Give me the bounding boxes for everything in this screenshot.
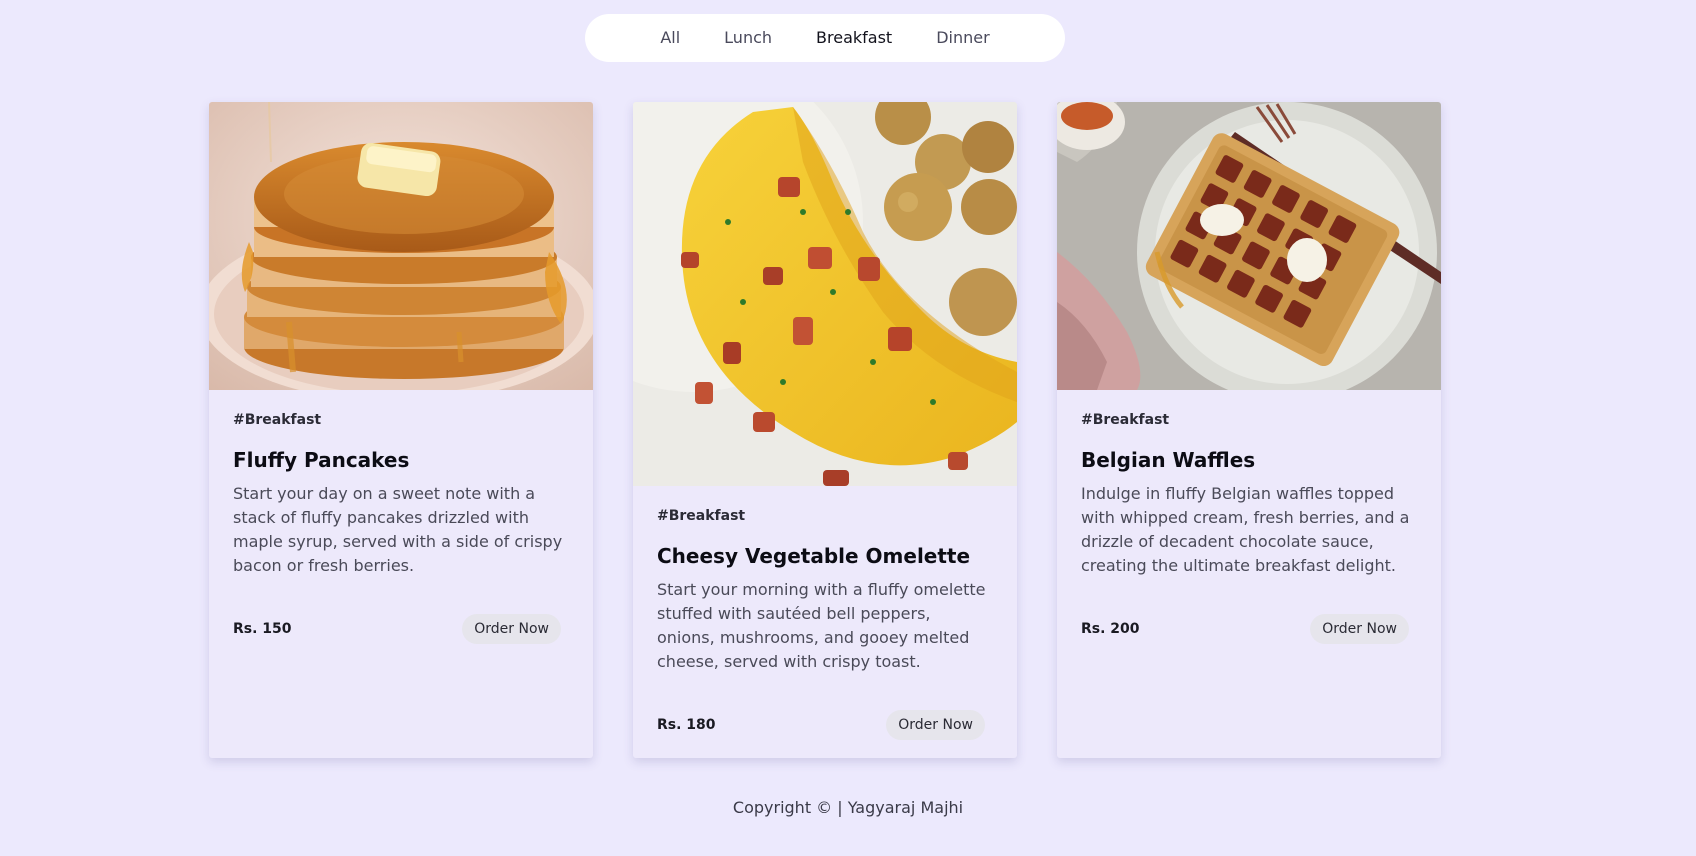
order-now-button[interactable]: Order Now bbox=[462, 614, 561, 644]
dish-title: Fluffy Pancakes bbox=[233, 448, 410, 472]
copyright-footer: Copyright © | Yagyaraj Majhi bbox=[732, 798, 964, 817]
card-footer: Rs. 180 Order Now bbox=[657, 710, 993, 740]
omelette-image bbox=[633, 102, 1017, 486]
category-filter-nav: All Lunch Breakfast Dinner bbox=[585, 14, 1065, 62]
tab-lunch[interactable]: Lunch bbox=[702, 14, 794, 62]
dish-description: Start your day on a sweet note with a st… bbox=[233, 484, 563, 575]
price: Rs. 180 bbox=[657, 717, 716, 733]
pancakes-image bbox=[209, 102, 593, 390]
menu-card-pancakes: #Breakfast Fluffy Pancakes Start your da… bbox=[209, 102, 593, 758]
card-body: #Breakfast Belgian Waffles Indulge in fl… bbox=[1057, 390, 1441, 644]
tab-breakfast[interactable]: Breakfast bbox=[794, 14, 914, 62]
order-now-button[interactable]: Order Now bbox=[1310, 614, 1409, 644]
tab-all[interactable]: All bbox=[638, 14, 702, 62]
card-footer: Rs. 200 Order Now bbox=[1081, 614, 1417, 644]
card-body: #Breakfast Fluffy Pancakes Start your da… bbox=[209, 390, 593, 644]
category-tag: #Breakfast bbox=[657, 508, 746, 524]
price: Rs. 200 bbox=[1081, 621, 1140, 637]
dish-title: Cheesy Vegetable Omelette bbox=[657, 544, 971, 568]
category-tag: #Breakfast bbox=[1081, 412, 1170, 428]
dish-title: Belgian Waffles bbox=[1081, 448, 1256, 472]
card-body: #Breakfast Cheesy Vegetable Omelette Sta… bbox=[633, 486, 1017, 740]
category-tag: #Breakfast bbox=[233, 412, 322, 428]
waffles-image bbox=[1057, 102, 1441, 390]
menu-card-waffles: #Breakfast Belgian Waffles Indulge in fl… bbox=[1057, 102, 1441, 758]
card-footer: Rs. 150 Order Now bbox=[233, 614, 569, 644]
dish-description: Indulge in fluffy Belgian waffles topped… bbox=[1081, 484, 1410, 575]
menu-card-omelette: #Breakfast Cheesy Vegetable Omelette Sta… bbox=[633, 102, 1017, 758]
order-now-button[interactable]: Order Now bbox=[886, 710, 985, 740]
price: Rs. 150 bbox=[233, 621, 292, 637]
tab-dinner[interactable]: Dinner bbox=[914, 14, 1011, 62]
dish-description: Start your morning with a fluffy omelett… bbox=[657, 580, 986, 671]
